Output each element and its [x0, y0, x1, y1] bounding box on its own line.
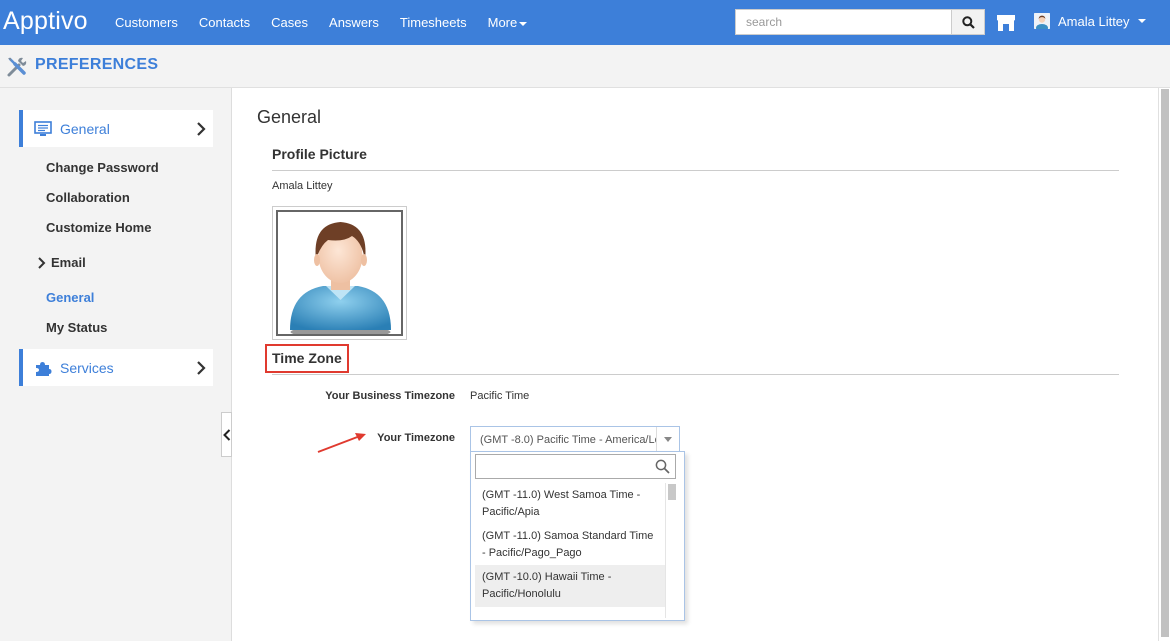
search-input[interactable]	[735, 9, 952, 35]
main-nav: Customers Contacts Cases Answers Timeshe…	[115, 0, 548, 45]
dropdown-option[interactable]: (GMT -10.0) Hawaii Time - Pacific/Honolu…	[475, 565, 665, 607]
dropdown-scrollbar[interactable]	[665, 483, 676, 618]
dropdown-options: (GMT -11.0) West Samoa Time - Pacific/Ap…	[475, 483, 665, 618]
monitor-icon	[34, 120, 52, 136]
divider	[272, 170, 1119, 171]
nav-cases[interactable]: Cases	[271, 15, 308, 30]
main-content: General Profile Picture Amala Littey Tim…	[233, 88, 1158, 641]
user-avatar-icon	[290, 222, 391, 334]
business-timezone-label: Your Business Timezone	[325, 390, 455, 402]
page-title: PREFERENCES	[35, 56, 159, 73]
search-icon	[655, 459, 670, 474]
caret-down-icon	[1137, 19, 1146, 23]
section-title: General	[257, 107, 322, 127]
top-navigation-bar: Apptivo Customers Contacts Cases Answers…	[0, 0, 1170, 45]
global-search	[735, 9, 985, 35]
search-icon	[961, 15, 975, 29]
scrollbar-thumb[interactable]	[668, 484, 676, 500]
user-menu[interactable]: Amala Littey	[1034, 13, 1146, 29]
profile-picture[interactable]	[272, 206, 407, 340]
timezone-selected-value: (GMT -8.0) Pacific Time - America/Los_An…	[480, 434, 679, 446]
chevron-right-icon	[197, 360, 206, 375]
sidebar-link-collaboration[interactable]: Collaboration	[46, 190, 130, 205]
sidebar-item-services[interactable]: Services	[19, 349, 213, 386]
sidebar-link-email[interactable]: Email	[37, 255, 86, 270]
app-logo[interactable]: Apptivo	[3, 7, 88, 36]
app-store-icon[interactable]	[996, 12, 1016, 32]
sidebar: General Change Password Collaboration Cu…	[0, 88, 232, 641]
sidebar-link-label: Email	[51, 255, 86, 270]
profile-picture-heading: Profile Picture	[272, 146, 367, 162]
sidebar-link-general[interactable]: General	[46, 290, 94, 305]
chevron-right-icon	[38, 256, 46, 269]
sidebar-collapse-button[interactable]	[221, 412, 232, 457]
tools-icon	[7, 57, 27, 77]
caret-down-icon	[519, 21, 528, 26]
page-header: PREFERENCES	[0, 45, 1170, 88]
sidebar-link-change-password[interactable]: Change Password	[46, 160, 159, 175]
select-arrow[interactable]	[656, 427, 679, 451]
caret-down-icon	[664, 436, 672, 442]
chevron-left-icon	[222, 428, 230, 441]
time-zone-heading: Time Zone	[272, 350, 342, 366]
sidebar-item-general[interactable]: General	[19, 110, 213, 147]
profile-image-frame	[276, 210, 403, 336]
scrollbar-thumb[interactable]	[1161, 89, 1169, 637]
sidebar-link-my-status[interactable]: My Status	[46, 320, 107, 335]
dropdown-option[interactable]: (GMT -11.0) West Samoa Time - Pacific/Ap…	[475, 483, 665, 525]
sidebar-item-label: Services	[60, 359, 114, 376]
business-timezone-value: Pacific Time	[470, 390, 530, 402]
nav-contacts[interactable]: Contacts	[199, 15, 250, 30]
user-avatar-icon	[1034, 13, 1050, 29]
sidebar-item-label: General	[60, 120, 110, 137]
nav-customers[interactable]: Customers	[115, 15, 178, 30]
sidebar-link-customize-home[interactable]: Customize Home	[46, 220, 151, 235]
dropdown-option[interactable]: (GMT -11.0) Samoa Standard Time - Pacifi…	[475, 524, 665, 566]
divider	[272, 374, 1119, 375]
nav-timesheets[interactable]: Timesheets	[400, 15, 467, 30]
your-timezone-label: Your Timezone	[377, 432, 455, 444]
user-name: Amala Littey	[1058, 13, 1130, 29]
page-scrollbar[interactable]	[1158, 88, 1170, 641]
nav-answers[interactable]: Answers	[329, 15, 379, 30]
nav-more-label: More	[487, 15, 518, 30]
chevron-right-icon	[197, 121, 206, 136]
profile-name: Amala Littey	[272, 180, 333, 192]
dropdown-search-input[interactable]	[475, 454, 676, 479]
search-button[interactable]	[951, 9, 985, 35]
nav-more[interactable]: More	[488, 15, 528, 30]
timezone-dropdown: (GMT -11.0) West Samoa Time - Pacific/Ap…	[470, 451, 685, 621]
timezone-select[interactable]: (GMT -8.0) Pacific Time - America/Los_An…	[470, 426, 680, 452]
puzzle-icon	[36, 361, 52, 376]
